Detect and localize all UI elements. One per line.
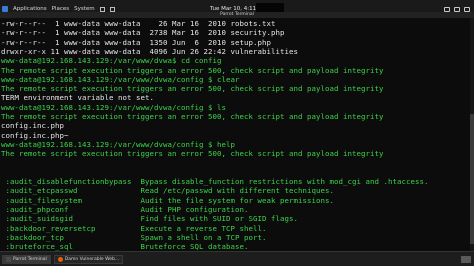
volume-icon[interactable]: [454, 6, 460, 12]
terminal-icon: [6, 256, 11, 262]
battery-icon[interactable]: [464, 6, 470, 12]
desktop: Applications Places System Tue Mar 10, 4…: [0, 0, 474, 266]
terminal-scrollbar[interactable]: [470, 18, 474, 251]
scrollbar-thumb[interactable]: [470, 114, 474, 244]
launcher-terminal-icon[interactable]: [99, 6, 105, 12]
taskbar-item-label: Parrot Terminal: [13, 256, 47, 262]
network-icon[interactable]: [444, 6, 450, 12]
terminal-line: :bruteforce_sql Bruteforce SQL database.: [1, 242, 249, 251]
taskbar-item-label: Damn Vulnerable Web...: [64, 256, 120, 262]
terminal-output[interactable]: -rw-r--r-- 1 www-data www-data 26 Mar 16…: [0, 18, 474, 251]
terminal-line: The remote script execution triggers an …: [1, 149, 384, 159]
launcher-browser-icon[interactable]: [109, 6, 115, 12]
taskbar: Parrot Terminal Damn Vulnerable Web...: [0, 251, 474, 266]
taskbar-item[interactable]: Parrot Terminal: [2, 254, 51, 264]
firefox-icon: [57, 256, 63, 262]
workspace-switcher[interactable]: [461, 255, 471, 263]
taskbar-item[interactable]: Damn Vulnerable Web...: [53, 254, 124, 264]
